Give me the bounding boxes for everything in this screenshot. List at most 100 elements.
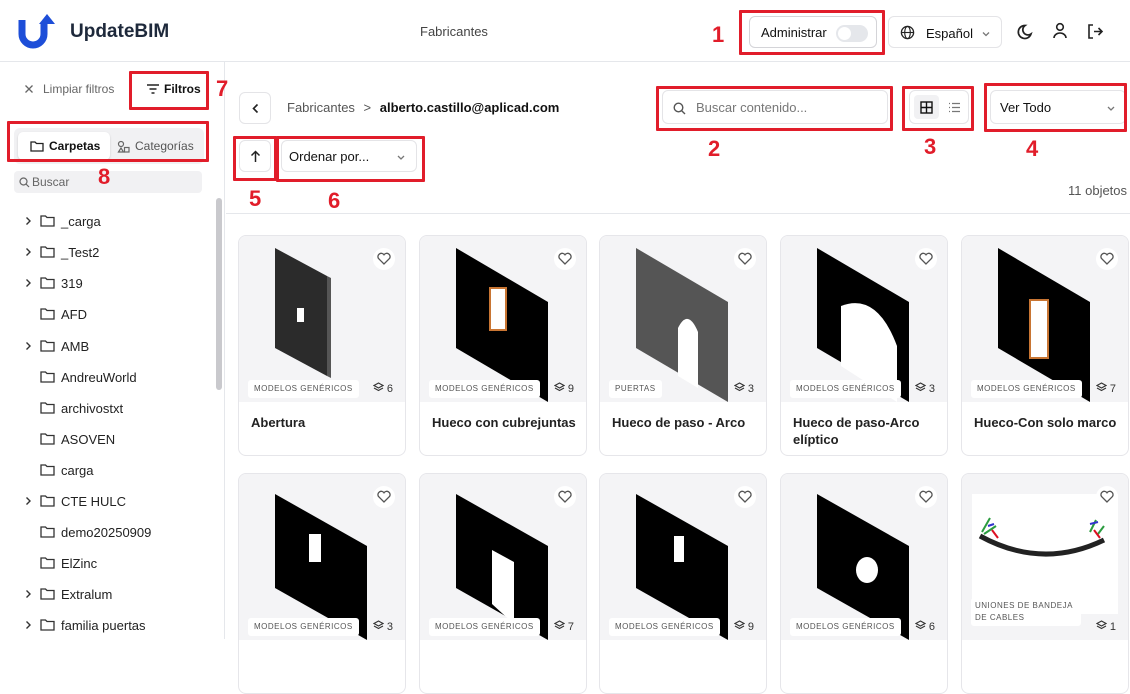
breadcrumb-current: alberto.castillo@aplicad.com: [379, 100, 560, 115]
favorite-heart-icon[interactable]: [734, 248, 756, 270]
annotation-box-3: [902, 86, 974, 131]
annotation-number-8: 8: [98, 164, 111, 189]
object-card[interactable]: MODELOS GENÉRICOS 9 Hueco con cubrejuntas: [419, 235, 587, 456]
chevron-right-icon[interactable]: [24, 494, 33, 509]
object-card[interactable]: UNIONES DE BANDEJA DE CABLES 1: [961, 473, 1129, 694]
card-category-badge: PUERTAS: [609, 380, 662, 398]
card-version-count: 3: [914, 380, 935, 398]
back-button[interactable]: [239, 92, 271, 124]
layers-icon: [372, 620, 387, 633]
folder-icon: [40, 494, 55, 510]
tree-item-label: CTE HULC: [61, 494, 127, 509]
card-count-value: 9: [747, 621, 754, 633]
chevron-right-icon[interactable]: [24, 245, 33, 260]
card-category-badge: MODELOS GENÉRICOS: [971, 380, 1082, 398]
close-icon[interactable]: [24, 84, 34, 94]
tree-item-label: archivostxt: [61, 401, 124, 416]
layers-icon: [553, 382, 568, 395]
language-select[interactable]: Español: [888, 16, 1002, 48]
clear-filters-button[interactable]: Limpiar filtros: [43, 82, 114, 96]
tree-item-label: familia puertas: [61, 618, 146, 633]
favorite-heart-icon[interactable]: [554, 248, 576, 270]
chevron-down-icon: [982, 32, 990, 37]
card-category-badge: MODELOS GENÉRICOS: [790, 380, 901, 398]
card-version-count: 3: [733, 380, 754, 398]
card-title: Hueco de paso-Arco elíptico: [793, 415, 920, 447]
card-category-badge: MODELOS GENÉRICOS: [429, 618, 540, 636]
folder-icon: [40, 401, 55, 417]
annotation-number-6: 6: [328, 188, 341, 213]
layers-icon: [914, 620, 929, 633]
chevron-right-icon[interactable]: [24, 276, 33, 291]
folder-icon: [40, 463, 55, 479]
chevron-right-icon[interactable]: [24, 618, 33, 633]
tree-item-label: carga: [61, 463, 94, 478]
chevron-right-icon[interactable]: [24, 339, 33, 354]
sidebar-scrollbar[interactable]: [216, 198, 222, 390]
favorite-heart-icon[interactable]: [554, 486, 576, 508]
annotation-box-2: [656, 86, 893, 131]
breadcrumb: Fabricantes > alberto.castillo@aplicad.c…: [287, 100, 559, 115]
tree-item-label: _Test2: [61, 245, 100, 260]
favorite-heart-icon[interactable]: [915, 486, 937, 508]
favorite-heart-icon[interactable]: [1096, 248, 1118, 270]
logo-icon[interactable]: [18, 12, 56, 50]
object-card[interactable]: MODELOS GENÉRICOS 7 Hueco-Con solo marco: [961, 235, 1129, 456]
object-card[interactable]: MODELOS GENÉRICOS 3: [238, 473, 406, 694]
language-label: Español: [926, 26, 973, 41]
object-card[interactable]: MODELOS GENÉRICOS 6: [780, 473, 948, 694]
card-title: Hueco de paso - Arco: [612, 415, 746, 430]
object-card[interactable]: PUERTAS 3 Hueco de paso - Arco: [599, 235, 767, 456]
favorite-heart-icon[interactable]: [915, 248, 937, 270]
annotation-box-1: [739, 10, 885, 55]
card-version-count: 9: [553, 380, 574, 398]
object-card[interactable]: MODELOS GENÉRICOS 3 Hueco de paso-Arco elí…: [780, 235, 948, 456]
breadcrumb-separator: >: [363, 100, 372, 115]
favorite-heart-icon[interactable]: [1096, 486, 1118, 508]
card-count-value: 6: [928, 621, 935, 633]
card-version-count: 1: [1095, 618, 1116, 636]
favorite-heart-icon[interactable]: [373, 248, 395, 270]
card-title: Abertura: [251, 415, 306, 430]
object-card[interactable]: MODELOS GENÉRICOS 7: [419, 473, 587, 694]
folder-icon: [40, 432, 55, 448]
folder-icon: [40, 339, 55, 355]
favorite-heart-icon[interactable]: [373, 486, 395, 508]
chevron-right-icon[interactable]: [24, 214, 33, 229]
annotation-number-4: 4: [1026, 136, 1039, 161]
favorite-heart-icon[interactable]: [734, 486, 756, 508]
folder-icon: [40, 587, 55, 603]
object-card[interactable]: MODELOS GENÉRICOS 9: [599, 473, 767, 694]
card-count-value: 3: [386, 621, 393, 633]
layers-icon: [733, 620, 748, 633]
card-category-badge: UNIONES DE BANDEJA DE CABLES: [971, 598, 1081, 626]
moon-icon[interactable]: [1017, 23, 1035, 41]
chevron-right-icon[interactable]: [24, 587, 33, 602]
card-count-value: 6: [386, 383, 393, 395]
folder-search-placeholder: Buscar: [32, 175, 70, 189]
object-card[interactable]: MODELOS GENÉRICOS 6 Abertura: [238, 235, 406, 456]
tree-item-label: AFD: [61, 307, 87, 322]
card-count-value: 9: [567, 383, 574, 395]
card-count-value: 3: [928, 383, 935, 395]
folder-icon: [40, 370, 55, 386]
card-count-value: 7: [567, 621, 574, 633]
brand-name[interactable]: UpdateBIM: [70, 21, 169, 43]
annotation-number-1: 1: [712, 22, 725, 47]
card-version-count: 3: [372, 618, 393, 636]
tree-item-label: Extralum: [61, 587, 113, 602]
logout-icon[interactable]: [1086, 23, 1104, 40]
tree-item-label: 319: [61, 276, 83, 291]
object-count: 11 objetos: [1068, 183, 1128, 198]
layers-icon: [553, 620, 568, 633]
user-icon[interactable]: [1052, 22, 1068, 40]
folder-icon: [40, 245, 55, 261]
tree-item-label: ASOVEN: [61, 432, 116, 447]
card-version-count: 6: [372, 380, 393, 398]
annotation-box-7: [129, 71, 209, 110]
card-title: Hueco-Con solo marco: [974, 415, 1117, 430]
folder-icon: [40, 556, 55, 572]
card-category-badge: MODELOS GENÉRICOS: [790, 618, 901, 636]
breadcrumb-root[interactable]: Fabricantes: [287, 100, 355, 115]
folder-icon: [40, 525, 55, 541]
